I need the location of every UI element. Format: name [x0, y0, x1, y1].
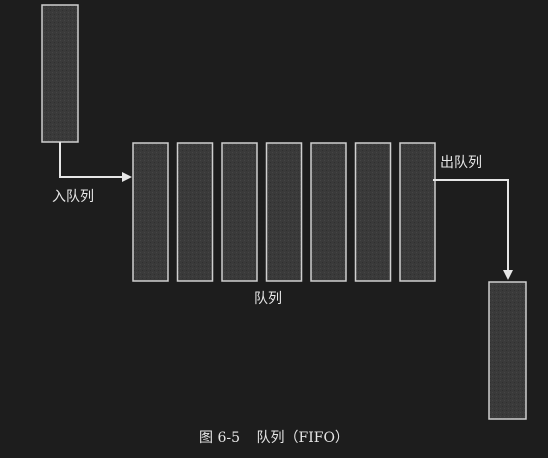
enqueue-arrow — [59, 142, 132, 182]
caption-text: 队列（FIFO） — [256, 430, 349, 446]
queue — [132, 142, 436, 282]
caption-number: 图 6-5 — [199, 430, 241, 446]
queue-slot — [399, 142, 436, 282]
dequeue-arrow — [433, 179, 513, 280]
queue-slot — [132, 142, 169, 282]
incoming-element — [41, 4, 79, 143]
queue-slot — [176, 142, 214, 282]
queue-slot — [310, 142, 347, 282]
figure: 入队列 出队列 队列 图 6-5 队列（FIFO） — [0, 0, 548, 458]
queue-slot — [265, 142, 303, 282]
outgoing-element — [488, 281, 527, 420]
queue-label: 队列 — [254, 291, 282, 307]
figure-caption: 图 6-5 队列（FIFO） — [0, 427, 548, 447]
queue-slot — [354, 142, 392, 282]
dequeue-label: 出队列 — [440, 155, 482, 171]
queue-slot — [221, 142, 258, 282]
queue-diagram — [41, 4, 527, 420]
enqueue-label: 入队列 — [52, 189, 94, 205]
